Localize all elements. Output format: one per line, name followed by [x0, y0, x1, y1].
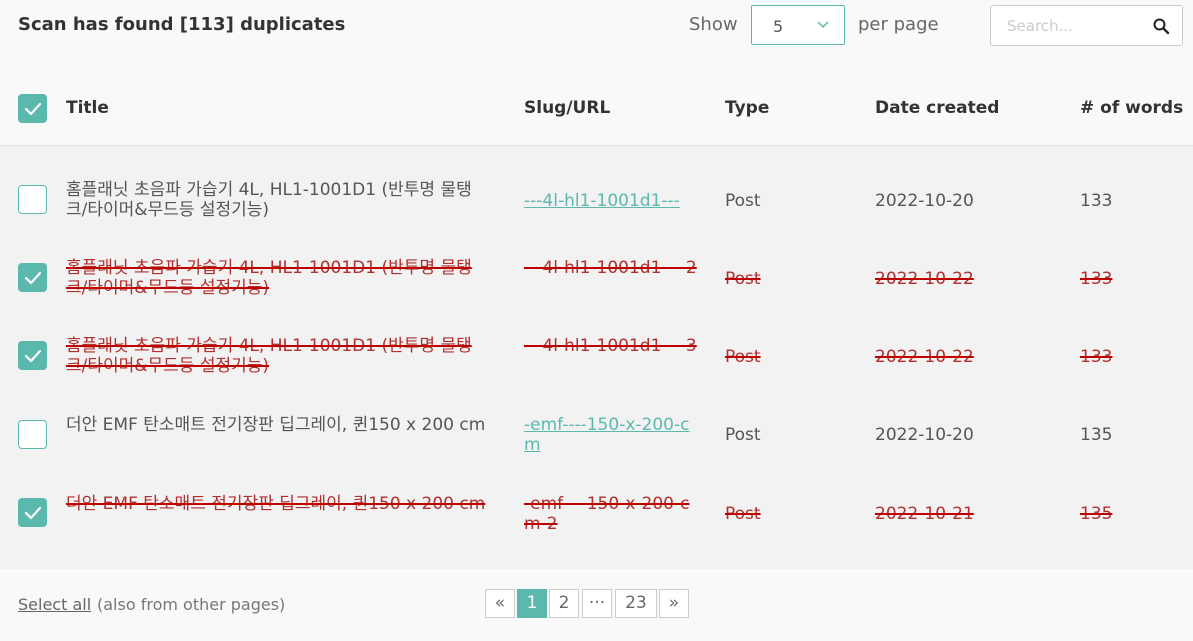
row-checkbox[interactable] [18, 498, 47, 527]
column-type[interactable]: Type [725, 98, 769, 118]
row-type: Post [725, 347, 761, 367]
per-page-value: 5 [773, 17, 784, 36]
row-slug-link[interactable]: ---4l-hl1-1001d1--- [524, 191, 699, 211]
next-page-button[interactable]: » [659, 589, 689, 618]
per-page-label: per page [858, 14, 939, 35]
row-title: 홈플래닛 초음파 가습기 4L, HL1-1001D1 (반투명 물탱크/타이머… [66, 258, 472, 298]
check-icon [24, 349, 42, 363]
row-words: 133 [1080, 347, 1113, 367]
chevron-down-icon [817, 21, 829, 29]
row-title: 더안 EMF 탄소매트 전기장판 딥그레이, 퀸150 x 200 cm [66, 494, 486, 514]
prev-page-button[interactable]: « [485, 589, 515, 618]
page-button-1[interactable]: 1 [517, 589, 547, 618]
table-header: Title Slug/URL Type Date created # of wo… [0, 72, 1193, 147]
row-date: 2022-10-20 [875, 191, 974, 211]
row-type: Post [725, 504, 761, 524]
page-button-23[interactable]: 23 [615, 589, 657, 618]
table-row: 홈플래닛 초음파 가습기 4L, HL1-1001D1 (반투명 물탱크/타이머… [0, 302, 1193, 380]
row-type: Post [725, 191, 761, 211]
row-checkbox[interactable] [18, 263, 47, 292]
row-title: 홈플래닛 초음파 가습기 4L, HL1-1001D1 (반투명 물탱크/타이머… [66, 180, 472, 220]
row-slug-link[interactable]: -emf----150-x-200-cm [524, 415, 699, 455]
table-row: 더안 EMF 탄소매트 전기장판 딥그레이, 퀸150 x 200 cm -em… [0, 380, 1193, 458]
column-slug[interactable]: Slug/URL [524, 98, 610, 118]
select-all-link[interactable]: Select all [18, 595, 91, 614]
table-body: 홈플래닛 초음파 가습기 4L, HL1-1001D1 (반투명 물탱크/타이머… [0, 146, 1193, 569]
row-checkbox[interactable] [18, 420, 47, 449]
row-date: 2022-10-22 [875, 269, 974, 289]
page-ellipsis: ··· [582, 589, 612, 618]
search-input[interactable] [1005, 15, 1149, 37]
row-title: 더안 EMF 탄소매트 전기장판 딥그레이, 퀸150 x 200 cm [66, 415, 486, 435]
column-words[interactable]: # of words [1080, 98, 1183, 118]
page-button-2[interactable]: 2 [549, 589, 579, 618]
row-slug-link[interactable]: ---4l-hl1-1001d1----3 [524, 336, 699, 356]
row-date: 2022-10-21 [875, 504, 974, 524]
row-checkbox[interactable] [18, 185, 47, 214]
select-all-note: (also from other pages) [97, 595, 286, 614]
row-slug-link[interactable]: ---4l-hl1-1001d1----2 [524, 258, 699, 278]
table-footer: Select all (also from other pages) « 1 2… [0, 569, 1193, 641]
row-date: 2022-10-22 [875, 347, 974, 367]
row-slug-link[interactable]: -emf----150-x-200-cm-2 [524, 494, 699, 534]
table-row: 홈플래닛 초음파 가습기 4L, HL1-1001D1 (반투명 물탱크/타이머… [0, 146, 1193, 224]
row-words: 133 [1080, 269, 1113, 289]
check-icon [24, 271, 42, 285]
table-row: 홈플래닛 초음파 가습기 4L, HL1-1001D1 (반투명 물탱크/타이머… [0, 224, 1193, 302]
search-icon[interactable] [1152, 17, 1170, 35]
row-title: 홈플래닛 초음파 가습기 4L, HL1-1001D1 (반투명 물탱크/타이머… [66, 336, 472, 376]
row-type: Post [725, 269, 761, 289]
per-page-select[interactable]: 5 [751, 5, 845, 45]
column-title[interactable]: Title [66, 98, 109, 118]
row-date: 2022-10-20 [875, 425, 974, 445]
select-all-checkbox[interactable] [18, 94, 47, 123]
toolbar: Scan has found [113] duplicates Show 5 p… [0, 0, 1193, 60]
check-icon [24, 506, 42, 520]
column-date[interactable]: Date created [875, 98, 999, 118]
row-checkbox[interactable] [18, 341, 47, 370]
check-icon [24, 102, 42, 116]
row-words: 135 [1080, 425, 1113, 445]
table-row: 더안 EMF 탄소매트 전기장판 딥그레이, 퀸150 x 200 cm -em… [0, 458, 1193, 536]
scan-summary-title: Scan has found [113] duplicates [18, 14, 346, 35]
search-box [990, 5, 1183, 46]
row-words: 135 [1080, 504, 1113, 524]
row-type: Post [725, 425, 761, 445]
row-words: 133 [1080, 191, 1113, 211]
show-label: Show [689, 14, 738, 35]
